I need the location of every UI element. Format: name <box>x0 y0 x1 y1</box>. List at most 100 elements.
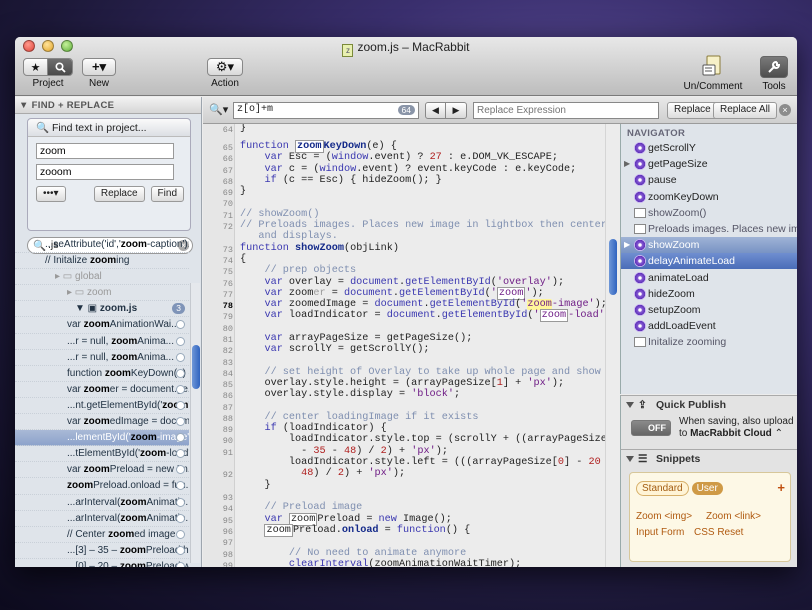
navigator-item[interactable]: ▶ getPageSize <box>621 156 797 172</box>
replace-text-field[interactable] <box>36 164 174 180</box>
result-row[interactable]: var zoomPreload = new Im... <box>15 462 189 479</box>
replace-expression-field[interactable] <box>473 102 659 119</box>
result-row[interactable]: var zoomedImage = docum... <box>15 414 189 431</box>
result-row[interactable]: zoomPreload.onload = fun... <box>15 478 189 495</box>
line-number: 77 <box>222 290 233 300</box>
snippets-tab-standard[interactable]: Standard <box>636 481 689 496</box>
snippets-tab-user[interactable]: User <box>691 482 723 495</box>
navigator-item[interactable]: Preloads images. Places new im... <box>621 221 797 237</box>
action-toolbar-item[interactable]: ⚙▾ Action <box>205 58 245 89</box>
line-number: 84 <box>222 369 233 379</box>
result-row[interactable]: function zoomKeyDown(e) { <box>15 366 189 382</box>
navigator-item[interactable]: addLoadEvent <box>621 318 797 334</box>
quick-publish-header[interactable]: ⇪ Quick Publish <box>621 396 797 414</box>
find-replace-header[interactable]: ▼ FIND + REPLACE <box>15 97 201 114</box>
replace-check-icon[interactable] <box>176 400 185 410</box>
result-row[interactable]: ...[0] – 20 – zoomPreload.w... <box>15 559 189 567</box>
line-number: 74 <box>222 256 233 266</box>
file-row[interactable]: ▼ ▣ zoom.js 3 <box>15 301 189 318</box>
replace-check-icon[interactable] <box>176 384 185 394</box>
replace-check-icon[interactable] <box>176 529 185 539</box>
publish-toggle[interactable]: OFF <box>631 420 671 436</box>
folder-row[interactable]: ▸ ▭ global <box>15 269 189 286</box>
new-toolbar-item[interactable]: +▾ New <box>81 58 117 89</box>
code-editor[interactable]: } function zoom KeyDown(e) { var Esc = (w… <box>240 124 618 567</box>
editor-scrollbar[interactable] <box>605 124 620 567</box>
code-line: var arrayPageSize = getPageSize(); <box>264 333 473 344</box>
navigator-item[interactable]: hideZoom <box>621 286 797 302</box>
replace-check-icon[interactable] <box>176 417 185 427</box>
search-icon[interactable] <box>48 59 72 75</box>
result-row[interactable]: var zoomAnimationWai... <box>15 317 189 334</box>
replace-check-icon[interactable] <box>176 368 185 378</box>
replace-check-icon[interactable] <box>176 545 185 555</box>
line-number: 76 <box>222 279 233 289</box>
snippet-item[interactable]: Zoom <img> <box>636 509 692 525</box>
replace-check-icon[interactable] <box>176 320 185 330</box>
js-file-icon: ▼ ▣ <box>75 303 100 315</box>
result-row[interactable]: ...arInterval(zoomAnimatio... <box>15 511 189 527</box>
previous-match-button[interactable]: ◀ <box>426 103 446 118</box>
tools-toolbar-item[interactable]: Tools <box>757 56 791 92</box>
replace-check-icon[interactable] <box>176 513 185 523</box>
result-row[interactable]: ...tElementById('zoom-load'); <box>15 446 189 463</box>
result-row[interactable]: ...seAttribute('id','zoom-caption'); <box>15 237 189 254</box>
result-row[interactable]: ...arInterval(zoomAnimatio... <box>15 495 189 511</box>
find-button[interactable]: Find <box>150 186 184 202</box>
result-row[interactable]: // Initalize zooming <box>15 253 189 270</box>
navigator-item[interactable]: animateLoad <box>621 270 797 286</box>
next-match-button[interactable]: ▶ <box>446 103 466 118</box>
replace-check-icon[interactable] <box>176 497 185 507</box>
line-number: 94 <box>222 504 233 514</box>
navigator-item[interactable]: ▶ showZoom <box>621 237 797 254</box>
navigator-item[interactable]: pause <box>621 172 797 188</box>
find-expression-field[interactable]: z[o]+m 64 <box>233 102 419 119</box>
publish-target-popup[interactable]: MacRabbit Cloud <box>690 428 772 439</box>
navigator-item[interactable]: showZoom() <box>621 205 797 221</box>
replace-check-icon[interactable] <box>176 352 185 362</box>
snippet-item[interactable]: Input Form <box>636 525 684 541</box>
line-number: 85 <box>222 380 233 390</box>
navigator-item[interactable]: setupZoom <box>621 302 797 318</box>
navigator-item[interactable]: delayAnimateLoad <box>621 253 797 270</box>
find-text-field[interactable] <box>36 143 174 159</box>
disclosure-triangle-icon[interactable]: ▶ <box>624 237 630 253</box>
add-snippet-button[interactable]: + <box>777 480 785 495</box>
line-number: 65 <box>222 143 233 153</box>
result-row[interactable]: var zoomer = document.ge... <box>15 382 189 398</box>
uncomment-toolbar-item[interactable]: Un/Comment <box>681 54 745 92</box>
find-scope[interactable]: 🔍 Find text in project... <box>28 119 190 137</box>
disclosure-triangle-icon[interactable]: ▶ <box>624 156 630 172</box>
navigator-item[interactable]: zoomKeyDown <box>621 189 797 205</box>
replace-button-bar[interactable]: Replace <box>667 102 718 119</box>
snippets-header[interactable]: ☰ Snippets <box>621 450 797 468</box>
result-row[interactable]: ...r = null, zoomAnima... <box>15 350 189 366</box>
replace-all-button[interactable]: Replace All <box>713 102 778 119</box>
navigator-item[interactable]: getScrollY <box>621 140 797 156</box>
sidebar-scrollbar[interactable] <box>190 283 200 563</box>
project-toolbar-item[interactable]: ★ Project <box>21 58 75 89</box>
find-options-menu[interactable]: •••▾ <box>36 186 66 202</box>
result-row[interactable]: ...r = null, zoomAnima... <box>15 334 189 350</box>
editor-scroll-thumb[interactable] <box>609 239 617 295</box>
snippet-item[interactable]: CSS Reset <box>694 525 743 541</box>
star-icon[interactable]: ★ <box>24 59 49 75</box>
result-row[interactable]: ...nt.getElementById('zoom'); <box>15 398 189 415</box>
function-icon <box>634 142 646 154</box>
result-row[interactable]: ...[3] – 35 – zoomPreload.h... <box>15 543 189 559</box>
code-line: // prep objects <box>240 265 357 276</box>
sidebar-scroll-thumb[interactable] <box>192 345 200 389</box>
navigator-item[interactable]: Initalize zooming <box>621 334 797 350</box>
replace-button[interactable]: Replace <box>93 186 145 202</box>
line-number: 72 <box>222 222 233 232</box>
folder-row[interactable]: ▸ ▭ zoom <box>15 285 189 302</box>
result-row[interactable]: ...lementById('zoom-image'); <box>15 430 189 447</box>
close-find-bar-icon[interactable]: × <box>779 104 791 116</box>
snippet-item[interactable]: Zoom <link> <box>706 509 761 525</box>
search-options-icon[interactable]: 🔍▾ <box>209 103 228 116</box>
line-number: 88 <box>222 414 233 424</box>
result-row[interactable]: // Center zoomed image <box>15 527 189 543</box>
replace-check-icon[interactable] <box>176 336 185 346</box>
code-line: overlay.style.height = (arrayPageSize[1]… <box>240 378 565 389</box>
replace-check-icon[interactable] <box>176 561 185 567</box>
